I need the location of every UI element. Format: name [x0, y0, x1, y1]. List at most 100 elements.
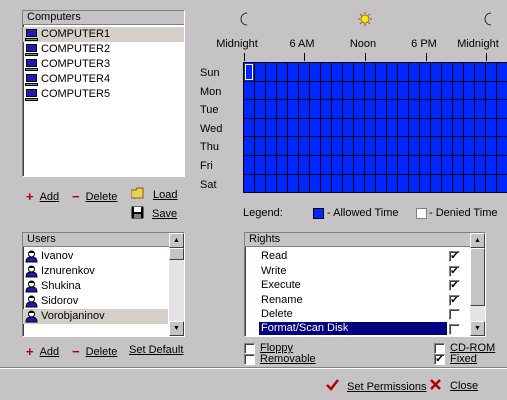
computers-list[interactable]: Computers COMPUTER1 COMPUTER2 COMPUTER3 COM…: [22, 10, 185, 177]
schedule-cell[interactable]: [310, 137, 320, 155]
schedule-cell[interactable]: [277, 155, 287, 174]
schedule-cell[interactable]: [310, 155, 320, 174]
removable-check[interactable]: [244, 353, 255, 365]
schedule-cell[interactable]: [453, 174, 463, 193]
schedule-cell[interactable]: [442, 100, 452, 118]
schedule-cell[interactable]: [343, 155, 353, 174]
add-computer-button[interactable]: + Add: [26, 189, 59, 204]
schedule-cell[interactable]: [497, 100, 507, 118]
scroll-down-button[interactable]: ▼: [169, 321, 184, 336]
right-checkbox[interactable]: ✔: [449, 280, 460, 291]
schedule-cell[interactable]: [398, 63, 408, 81]
schedule-cell[interactable]: [376, 137, 386, 155]
schedule-cell[interactable]: [464, 155, 474, 174]
schedule-cell[interactable]: [387, 155, 397, 174]
schedule-cell[interactable]: [376, 155, 386, 174]
schedule-cell[interactable]: [332, 100, 342, 118]
schedule-cell[interactable]: [376, 174, 386, 193]
schedule-cell[interactable]: [387, 137, 397, 155]
schedule-cell[interactable]: [332, 118, 342, 137]
user-list-item[interactable]: Sidorov: [23, 294, 168, 309]
schedule-cell[interactable]: [453, 100, 463, 118]
schedule-cell[interactable]: [420, 137, 430, 155]
schedule-cell[interactable]: [321, 137, 331, 155]
schedule-cell[interactable]: [420, 174, 430, 193]
schedule-cell[interactable]: [288, 155, 298, 174]
schedule-cell[interactable]: [475, 118, 485, 137]
schedule-cell[interactable]: [310, 118, 320, 137]
schedule-cell[interactable]: [321, 118, 331, 137]
schedule-cell[interactable]: [475, 63, 485, 81]
schedule-cell[interactable]: [321, 63, 331, 81]
scroll-up-button[interactable]: ▲: [470, 233, 485, 248]
schedule-cell[interactable]: [310, 81, 320, 100]
right-checkbox[interactable]: [449, 323, 460, 335]
schedule-cell[interactable]: [277, 63, 287, 81]
schedule-cell[interactable]: [409, 155, 419, 174]
schedule-cell[interactable]: [310, 174, 320, 193]
schedule-cell[interactable]: [475, 137, 485, 155]
schedule-cell[interactable]: [420, 81, 430, 100]
schedule-cell[interactable]: [376, 118, 386, 137]
schedule-cell[interactable]: [486, 155, 496, 174]
fixed-checkbox[interactable]: ✔ Fixed: [434, 353, 477, 365]
schedule-cell[interactable]: [244, 63, 254, 81]
schedule-cell[interactable]: [442, 63, 452, 81]
floppy-check[interactable]: [244, 342, 255, 354]
schedule-cell[interactable]: [266, 137, 276, 155]
right-item[interactable]: Execute ✔: [245, 278, 469, 293]
user-list-item[interactable]: Iznurenkov: [23, 264, 168, 279]
schedule-cell[interactable]: [453, 63, 463, 81]
computer-list-item[interactable]: COMPUTER1: [23, 27, 184, 42]
add-user-button[interactable]: + Add: [26, 344, 59, 359]
schedule-cell[interactable]: [266, 63, 276, 81]
schedule-cell[interactable]: [464, 100, 474, 118]
schedule-cell[interactable]: [497, 81, 507, 100]
right-checkbox[interactable]: ✔: [449, 251, 460, 262]
schedule-cell[interactable]: [387, 63, 397, 81]
schedule-cell[interactable]: [299, 81, 309, 100]
schedule-cell[interactable]: [266, 174, 276, 193]
schedule-cell[interactable]: [486, 100, 496, 118]
schedule-cell[interactable]: [387, 100, 397, 118]
schedule-cell[interactable]: [497, 118, 507, 137]
schedule-cell[interactable]: [431, 63, 441, 81]
schedule-cell[interactable]: [486, 81, 496, 100]
set-default-button[interactable]: Set Default: [129, 344, 183, 356]
schedule-cell[interactable]: [431, 174, 441, 193]
schedule-cell[interactable]: [453, 137, 463, 155]
set-permissions-button[interactable]: Set Permissions: [326, 379, 426, 394]
schedule-cell[interactable]: [431, 118, 441, 137]
schedule-cell[interactable]: [442, 174, 452, 193]
schedule-cell[interactable]: [354, 174, 364, 193]
schedule-grid[interactable]: [243, 62, 507, 194]
computer-list-item[interactable]: COMPUTER5: [23, 87, 184, 102]
schedule-cell[interactable]: [398, 155, 408, 174]
schedule-cell[interactable]: [464, 63, 474, 81]
schedule-cell[interactable]: [442, 155, 452, 174]
fixed-check[interactable]: ✔: [434, 353, 445, 365]
schedule-cell[interactable]: [431, 137, 441, 155]
schedule-cell[interactable]: [354, 63, 364, 81]
schedule-cell[interactable]: [398, 81, 408, 100]
schedule-cell[interactable]: [354, 137, 364, 155]
schedule-cell[interactable]: [365, 81, 375, 100]
schedule-cell[interactable]: [343, 137, 353, 155]
schedule-cell[interactable]: [332, 174, 342, 193]
schedule-cell[interactable]: [244, 118, 254, 137]
schedule-cell[interactable]: [497, 155, 507, 174]
schedule-cell[interactable]: [453, 118, 463, 137]
schedule-cell[interactable]: [497, 63, 507, 81]
right-item[interactable]: Rename ✔: [245, 293, 469, 308]
schedule-cell[interactable]: [255, 118, 265, 137]
right-checkbox[interactable]: [449, 309, 460, 320]
schedule-cell[interactable]: [398, 174, 408, 193]
schedule-cell[interactable]: [387, 174, 397, 193]
schedule-cell[interactable]: [486, 63, 496, 81]
delete-user-button[interactable]: − Delete: [72, 344, 117, 359]
scroll-up-button[interactable]: ▲: [169, 233, 184, 248]
schedule-cell[interactable]: [486, 137, 496, 155]
schedule-cell[interactable]: [299, 155, 309, 174]
schedule-cell[interactable]: [409, 174, 419, 193]
schedule-cell[interactable]: [409, 81, 419, 100]
